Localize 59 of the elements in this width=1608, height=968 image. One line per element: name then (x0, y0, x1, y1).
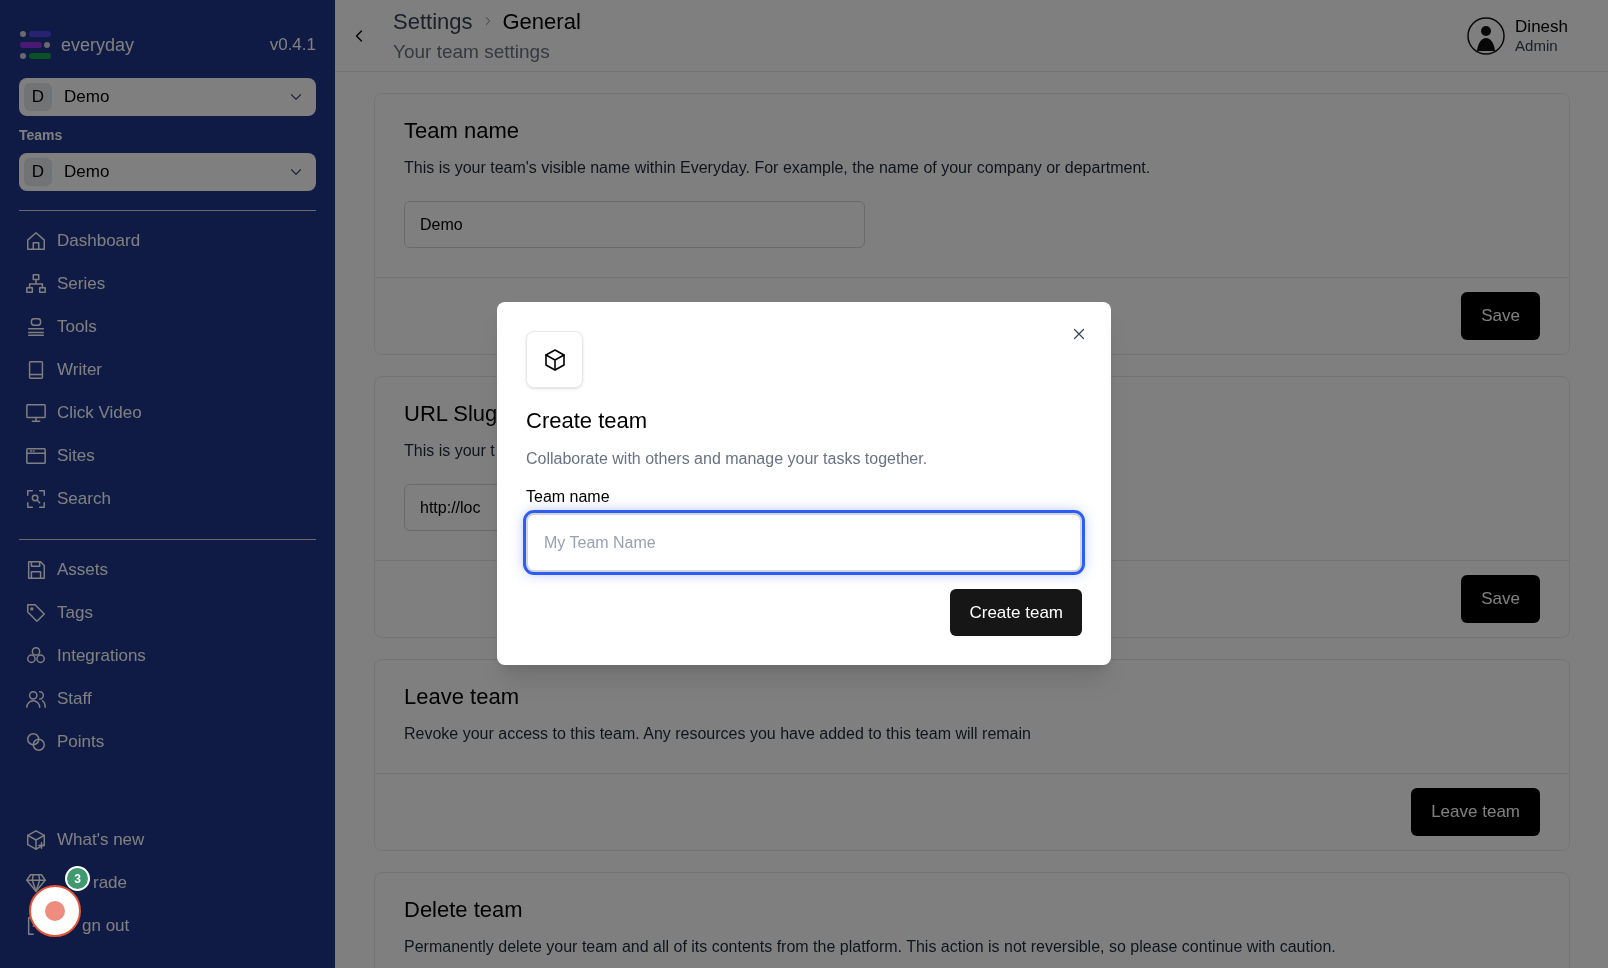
create-team-button[interactable]: Create team (950, 589, 1082, 636)
version-label: v0.4.1 (269, 34, 316, 57)
nav-item[interactable]: Assets (19, 548, 316, 591)
card-title: URL Slug (404, 400, 498, 428)
action-button[interactable]: Leave team (1411, 788, 1540, 836)
nav-item[interactable]: Integrations (19, 634, 316, 677)
field-label: Team name (526, 487, 611, 507)
card-description: This is your team's visible name within Everyday. For example, the name of your company or department. (404, 158, 1151, 178)
nav-item[interactable]: Search (19, 477, 316, 520)
card-title: Delete team (404, 896, 523, 924)
select-value: Demo (64, 161, 111, 184)
card-title: Leave team (404, 683, 519, 711)
breadcrumb-link[interactable]: General (502, 4, 581, 38)
nav-item[interactable]: Dashboard (19, 219, 316, 262)
card-title: Team name (404, 117, 519, 145)
team-select[interactable]: D Demo (19, 153, 316, 191)
nav-item[interactable]: What's new (57, 826, 145, 853)
card-description: This is your t (404, 441, 495, 461)
nav-item[interactable]: Staff (19, 677, 316, 720)
package-plus-icon (25, 828, 47, 851)
nav-item[interactable]: Tags (19, 591, 316, 634)
dialog-title: Create team (526, 407, 649, 435)
dialog-description: Collaborate with others and manage your tasks together. (526, 449, 929, 469)
section-label: Teams (19, 126, 64, 145)
action-button[interactable]: Save (1461, 575, 1540, 623)
card-description: Revoke your access to this team. Any resources you have added to this team will remain (404, 724, 1031, 744)
gem-icon (25, 871, 47, 894)
avatar-icon (1467, 16, 1506, 55)
card-description: Permanently delete your team and all of its contents from the platform. This action is not reversible, so please continue with caution. (404, 937, 1336, 957)
select-value: Demo (64, 86, 111, 109)
nav-item[interactable]: Click Video (19, 391, 316, 434)
breadcrumb-link[interactable]: Settings (393, 4, 473, 38)
nav-item[interactable]: Sites (19, 434, 316, 477)
brand-name: everyday (61, 33, 135, 57)
nav-item[interactable]: Series (19, 262, 316, 305)
coins-icon (25, 730, 47, 753)
cube-icon (542, 347, 567, 372)
text-field[interactable]: Demo (404, 201, 865, 248)
user-role: Admin (1515, 36, 1559, 56)
stack-icon (25, 315, 47, 338)
monitor-icon (25, 401, 47, 424)
hierarchy-icon (25, 272, 47, 295)
nav-item[interactable]: Writer (19, 348, 316, 391)
action-button[interactable]: Save (1461, 292, 1540, 340)
floppy-icon (25, 558, 47, 581)
initial-avatar: D (24, 83, 52, 111)
user-name: Dinesh (1515, 15, 1568, 37)
home-icon (25, 229, 47, 252)
team-name-field[interactable]: My Team Name (526, 513, 1082, 572)
nav-item[interactable]: Points (19, 720, 316, 763)
scan-search-icon (25, 487, 47, 510)
nav-item[interactable]: rade (93, 869, 128, 896)
workspace-select[interactable]: D Demo (19, 78, 316, 116)
page-subtitle: Your team settings (393, 39, 551, 64)
nav-item[interactable]: gn out (82, 912, 130, 939)
nav-item[interactable]: Tools (19, 305, 316, 348)
tag-icon (25, 601, 47, 624)
initial-avatar: D (24, 158, 52, 186)
logo-icon (19, 30, 51, 60)
